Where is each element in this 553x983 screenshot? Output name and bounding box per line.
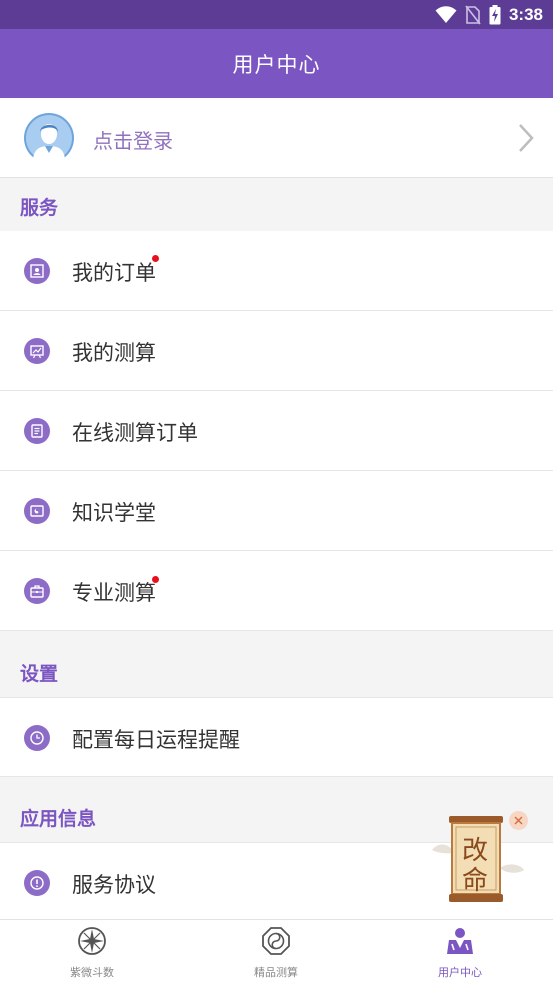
section-header-services: 服务	[0, 179, 553, 231]
bottom-tab-bar: 紫微斗数 精品测算 用户中心	[0, 919, 553, 983]
section-title-services: 服务	[20, 197, 59, 219]
login-label: 点击登录	[93, 129, 173, 153]
clock-icon	[24, 725, 50, 751]
info-icon	[24, 870, 50, 896]
book-icon	[24, 498, 50, 524]
battery-charging-icon	[489, 5, 501, 25]
no-sim-icon	[465, 5, 481, 25]
menu-item-knowledge-school[interactable]: 知识学堂	[0, 471, 553, 551]
chart-board-icon	[24, 338, 50, 364]
close-icon[interactable]	[509, 811, 528, 830]
status-bar: 3:38	[0, 0, 553, 29]
tab-label-premium-reading: 精品测算	[254, 966, 298, 979]
promo-text-bottom: 命	[462, 866, 489, 896]
taiji-octagon-icon	[262, 927, 290, 955]
chevron-right-icon	[519, 124, 534, 152]
menu-label-my-orders: 我的订单	[72, 261, 156, 285]
default-avatar-icon	[24, 113, 74, 163]
menu-item-pro-reading[interactable]: 专业测算	[0, 551, 553, 631]
user-center-icon	[447, 928, 473, 954]
menu-label-daily-reminder: 配置每日运程提醒	[72, 728, 240, 752]
section-header-settings: 设置	[0, 645, 553, 697]
tab-user-center[interactable]: 用户中心	[368, 920, 552, 983]
menu-item-daily-reminder[interactable]: 配置每日运程提醒	[0, 697, 553, 777]
section-title-app-info: 应用信息	[20, 808, 97, 830]
menu-item-my-orders[interactable]: 我的订单	[0, 231, 553, 311]
portrait-frame-icon	[24, 258, 50, 284]
app-bar: 用户中心	[0, 29, 553, 98]
document-list-icon	[24, 418, 50, 444]
notification-badge	[152, 576, 159, 583]
tab-label-ziwei: 紫微斗数	[70, 966, 114, 979]
notification-badge	[152, 255, 159, 262]
menu-item-online-reading-orders[interactable]: 在线测算订单	[0, 391, 553, 471]
wifi-icon	[435, 6, 457, 23]
tab-premium-reading[interactable]: 精品测算	[184, 920, 368, 983]
compass-star-icon	[78, 927, 106, 955]
section-title-settings: 设置	[20, 663, 59, 685]
tab-label-user-center: 用户中心	[438, 966, 482, 979]
menu-label-my-readings: 我的测算	[72, 341, 156, 365]
login-row[interactable]: 点击登录	[0, 98, 553, 178]
menu-label-online-reading-orders: 在线测算订单	[72, 421, 198, 445]
tab-ziwei[interactable]: 紫微斗数	[0, 920, 184, 983]
promo-scroll-banner[interactable]: 改 命	[430, 810, 535, 910]
menu-item-my-readings[interactable]: 我的测算	[0, 311, 553, 391]
status-time: 3:38	[508, 5, 543, 24]
menu-label-pro-reading: 专业测算	[72, 581, 156, 605]
menu-label-knowledge-school: 知识学堂	[72, 501, 156, 525]
menu-label-service-agreement: 服务协议	[72, 873, 156, 897]
page-title: 用户中心	[232, 52, 321, 77]
briefcase-icon	[24, 578, 50, 604]
